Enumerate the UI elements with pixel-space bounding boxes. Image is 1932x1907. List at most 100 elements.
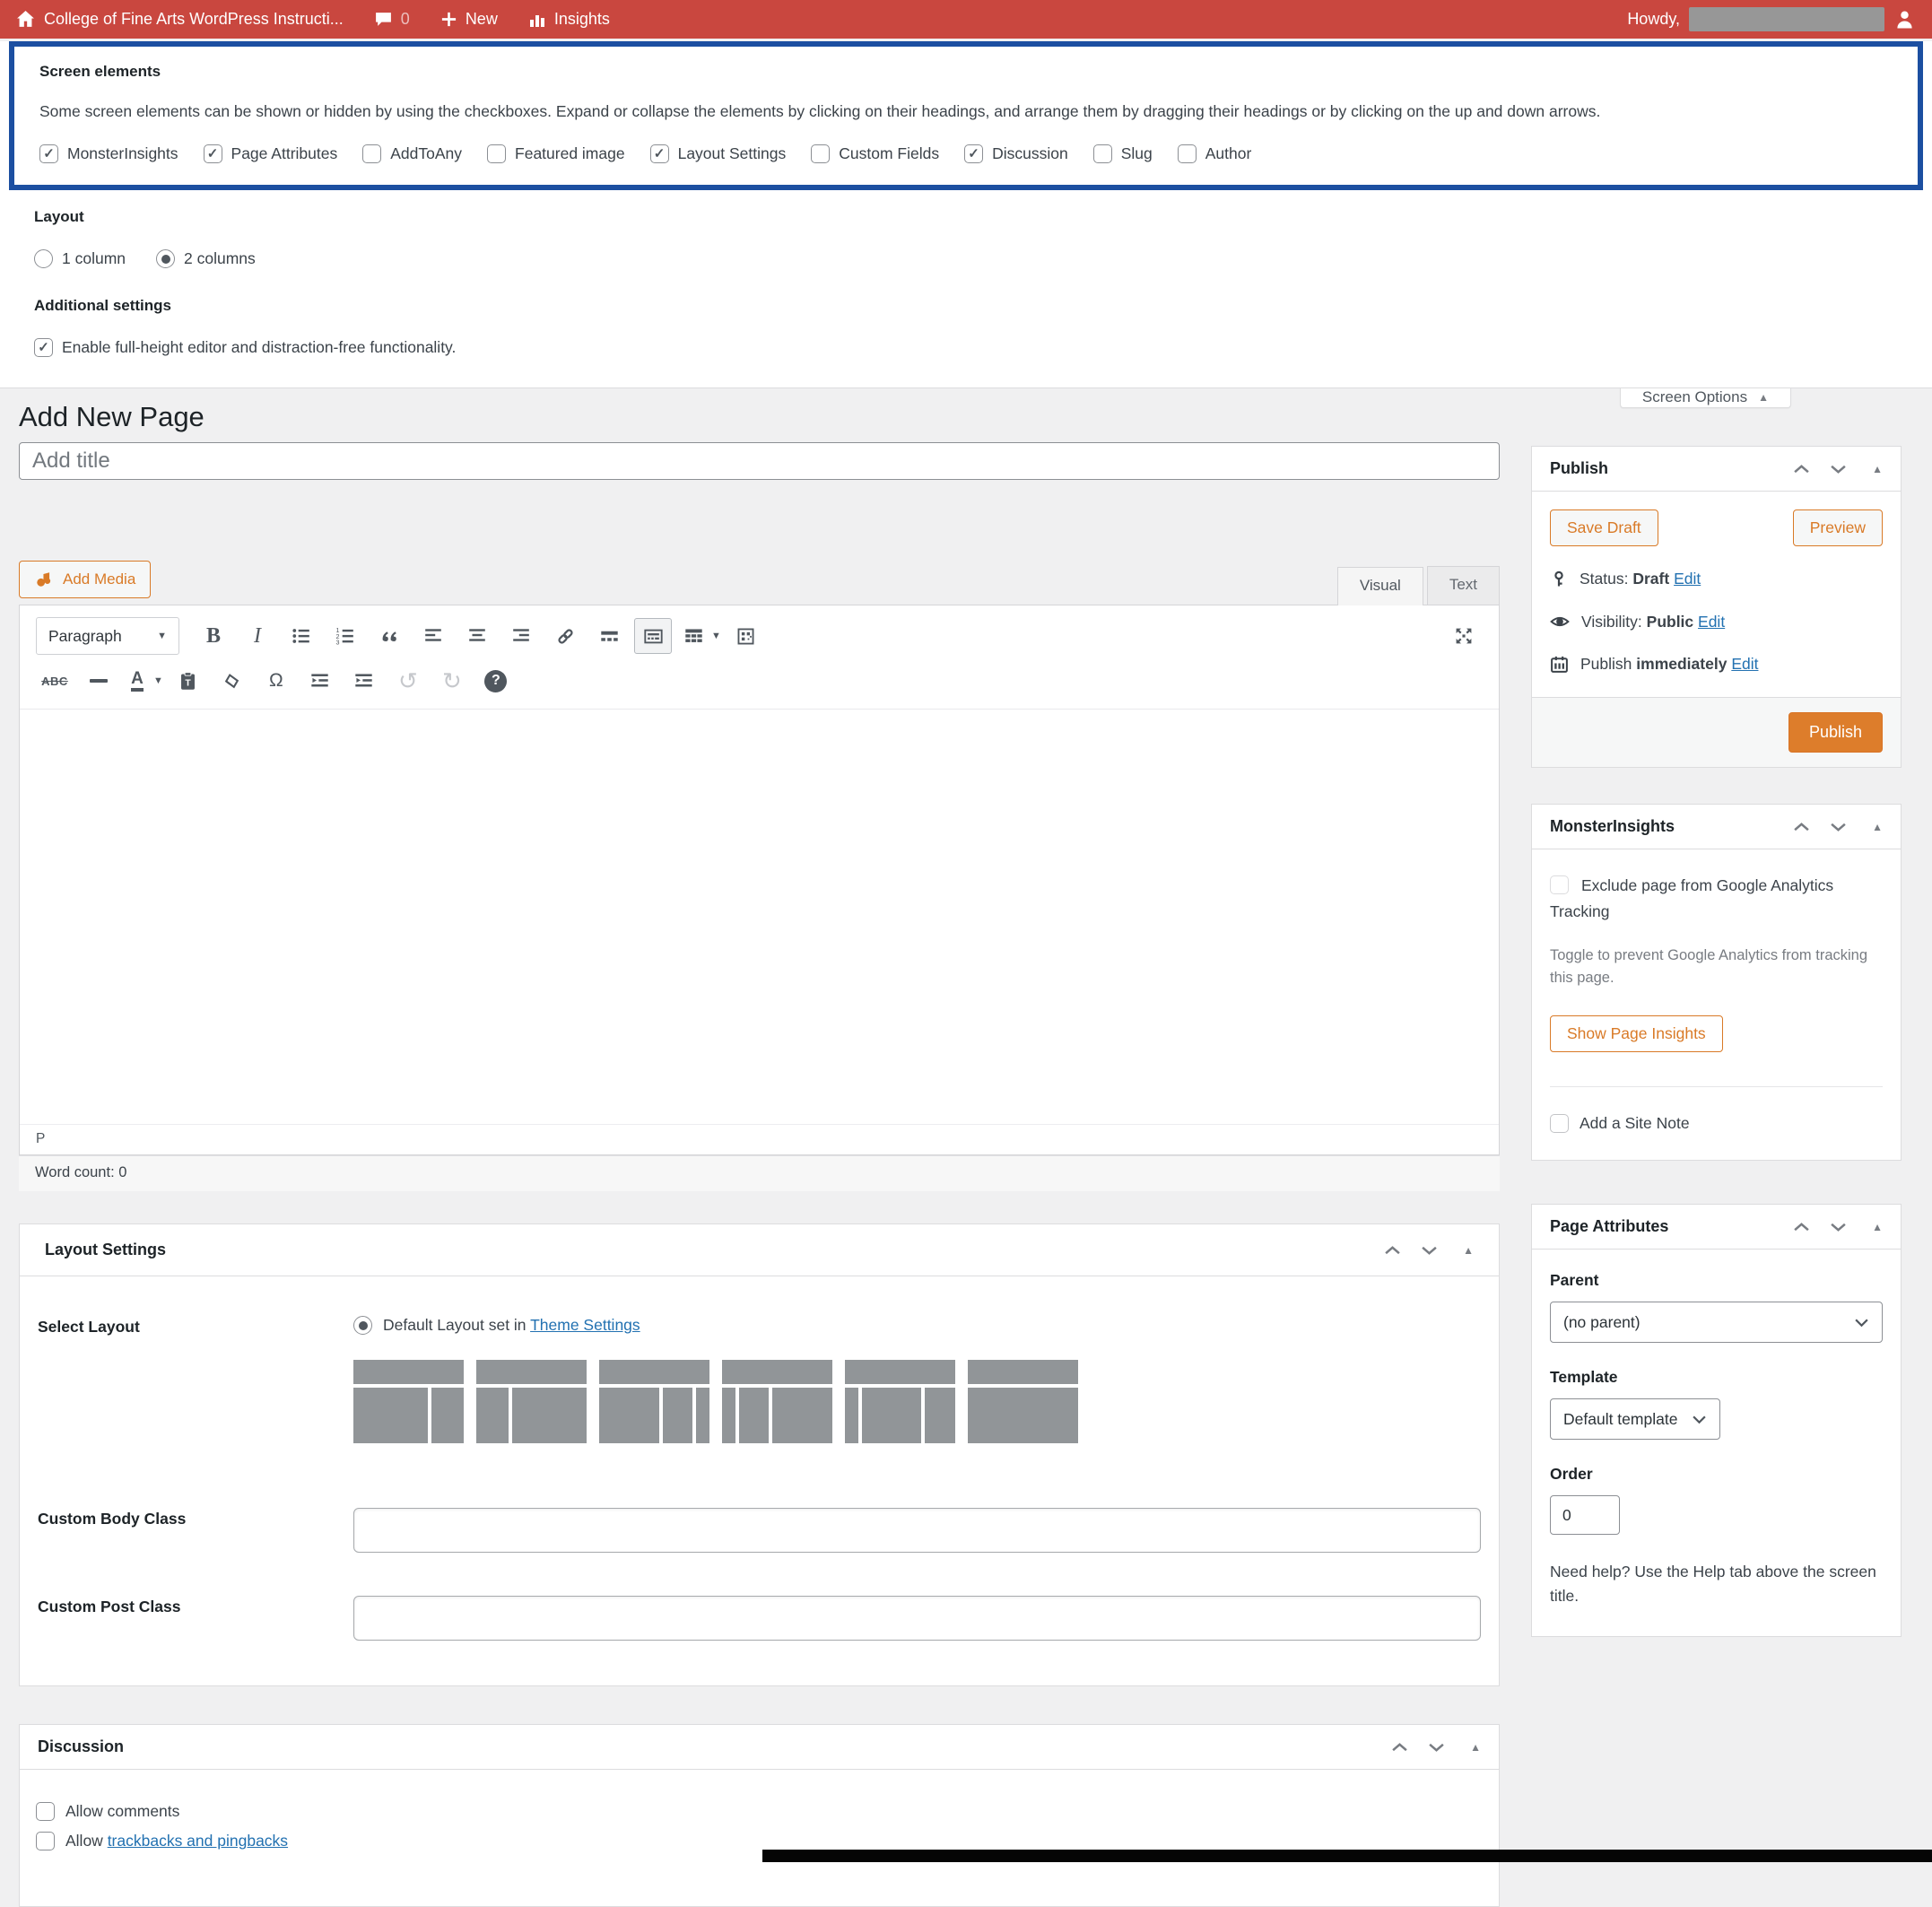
home-icon[interactable] xyxy=(16,10,35,29)
default-layout-radio[interactable]: Default Layout set in Theme Settings xyxy=(353,1316,1078,1335)
blockquote-icon[interactable] xyxy=(370,618,408,654)
screen-element-checkbox[interactable]: Page Attributes xyxy=(204,144,338,163)
fullheight-editor-checkbox[interactable]: Enable full-height editor and distractio… xyxy=(34,338,456,357)
italic-button[interactable]: I xyxy=(239,618,276,654)
paragraph-format-select[interactable]: Paragraph ▼ xyxy=(36,617,179,655)
save-draft-button[interactable]: Save Draft xyxy=(1550,509,1658,546)
bold-button[interactable]: B xyxy=(195,618,232,654)
svg-text:T: T xyxy=(186,678,192,688)
screen-element-checkbox[interactable]: Author xyxy=(1178,144,1252,163)
strikethrough-icon[interactable]: ABC xyxy=(36,663,74,699)
read-more-tag-icon[interactable] xyxy=(590,618,628,654)
horizontal-rule-icon[interactable] xyxy=(80,663,117,699)
move-down-icon[interactable] xyxy=(1428,1742,1445,1753)
editor-element-path[interactable]: P xyxy=(20,1124,1499,1154)
move-up-icon[interactable] xyxy=(1793,1222,1810,1232)
special-character-icon[interactable]: Ω xyxy=(257,663,295,699)
discussion-header[interactable]: Discussion ▲ xyxy=(20,1725,1499,1770)
allow-trackbacks-checkbox[interactable]: Allow trackbacks and pingbacks xyxy=(36,1832,1483,1850)
help-icon[interactable]: ? xyxy=(477,663,515,699)
exclude-tracking-checkbox[interactable]: Exclude page from Google Analytics Track… xyxy=(1550,876,1833,920)
layout-column-radio[interactable]: 1 column xyxy=(34,249,126,268)
custom-body-class-input[interactable] xyxy=(353,1508,1481,1553)
move-down-icon[interactable] xyxy=(1830,464,1847,475)
toggle-panel-icon[interactable]: ▲ xyxy=(1470,1741,1481,1754)
screen-element-checkbox[interactable]: Slug xyxy=(1093,144,1153,163)
fullscreen-icon[interactable] xyxy=(1445,618,1483,654)
redo-icon[interactable]: ↻ xyxy=(433,663,471,699)
screen-element-checkbox[interactable]: Layout Settings xyxy=(650,144,787,163)
template-select[interactable]: Default template xyxy=(1550,1398,1720,1440)
align-right-icon[interactable] xyxy=(502,618,540,654)
trackbacks-link[interactable]: trackbacks and pingbacks xyxy=(108,1832,288,1850)
align-left-icon[interactable] xyxy=(414,618,452,654)
align-center-icon[interactable] xyxy=(458,618,496,654)
site-name[interactable]: College of Fine Arts WordPress Instructi… xyxy=(44,10,344,29)
layout-settings-header[interactable]: Layout Settings ▲ xyxy=(20,1224,1499,1276)
screen-element-checkbox[interactable]: MonsterInsights xyxy=(39,144,178,163)
layout-thumbnail[interactable] xyxy=(353,1360,464,1443)
allow-comments-checkbox[interactable]: Allow comments xyxy=(36,1802,1483,1821)
toggle-panel-icon[interactable]: ▲ xyxy=(1463,1244,1474,1257)
paste-as-text-icon[interactable]: T xyxy=(170,663,207,699)
publish-header[interactable]: Publish ▲ xyxy=(1532,447,1901,492)
toggle-panel-icon[interactable]: ▲ xyxy=(1872,1221,1883,1233)
undo-icon[interactable]: ↺ xyxy=(389,663,427,699)
theme-settings-link[interactable]: Theme Settings xyxy=(530,1316,640,1334)
clear-formatting-icon[interactable] xyxy=(213,663,251,699)
indent-icon[interactable] xyxy=(345,663,383,699)
insights-menu[interactable]: Insights xyxy=(528,10,610,29)
new-menu[interactable]: New xyxy=(440,10,498,29)
toggle-panel-icon[interactable]: ▲ xyxy=(1872,821,1883,833)
text-tab[interactable]: Text xyxy=(1427,566,1500,605)
move-up-icon[interactable] xyxy=(1384,1245,1401,1256)
layout-column-radio[interactable]: 2 columns xyxy=(156,249,256,268)
layout-thumbnail[interactable] xyxy=(968,1360,1078,1443)
screen-element-checkbox[interactable]: Discussion xyxy=(964,144,1068,163)
screen-element-checkbox[interactable]: Featured image xyxy=(487,144,625,163)
howdy-label[interactable]: Howdy, xyxy=(1627,10,1680,29)
layout-thumbnail[interactable] xyxy=(599,1360,709,1443)
link-icon[interactable] xyxy=(546,618,584,654)
edit-status-link[interactable]: Edit xyxy=(1674,570,1701,588)
publish-button[interactable]: Publish xyxy=(1788,712,1883,753)
show-page-insights-button[interactable]: Show Page Insights xyxy=(1550,1015,1723,1052)
move-down-icon[interactable] xyxy=(1421,1245,1438,1256)
title-input[interactable] xyxy=(19,442,1500,480)
text-color-button[interactable]: A ▼ xyxy=(124,663,163,699)
layout-thumbnail[interactable] xyxy=(845,1360,955,1443)
toolbar-toggle-icon[interactable] xyxy=(634,618,672,654)
edit-schedule-link[interactable]: Edit xyxy=(1731,655,1758,673)
move-up-icon[interactable] xyxy=(1391,1742,1408,1753)
move-up-icon[interactable] xyxy=(1793,464,1810,475)
template-select-value: Default template xyxy=(1563,1410,1677,1429)
comments-menu[interactable]: 0 xyxy=(374,10,410,29)
order-input[interactable] xyxy=(1550,1495,1620,1535)
layout-thumbnail[interactable] xyxy=(476,1360,587,1443)
checkbox-icon xyxy=(1550,875,1569,894)
post-status-icon xyxy=(1550,570,1568,588)
move-up-icon[interactable] xyxy=(1793,822,1810,832)
add-media-button[interactable]: Add Media xyxy=(19,561,151,598)
add-site-note-checkbox[interactable]: Add a Site Note xyxy=(1550,1114,1883,1133)
monsterinsights-header[interactable]: MonsterInsights ▲ xyxy=(1532,805,1901,849)
layout-thumbnail[interactable] xyxy=(722,1360,832,1443)
bulleted-list-icon[interactable] xyxy=(283,618,320,654)
move-down-icon[interactable] xyxy=(1830,822,1847,832)
insert-element-icon[interactable] xyxy=(727,618,765,654)
editor-content-area[interactable] xyxy=(20,710,1499,1124)
custom-post-class-input[interactable] xyxy=(353,1596,1481,1641)
screen-element-checkbox[interactable]: AddToAny xyxy=(362,144,462,163)
numbered-list-icon[interactable]: 123 xyxy=(326,618,364,654)
table-button[interactable]: ▼ xyxy=(678,618,721,654)
parent-select[interactable]: (no parent) xyxy=(1550,1302,1883,1343)
edit-visibility-link[interactable]: Edit xyxy=(1698,613,1725,631)
outdent-icon[interactable] xyxy=(301,663,339,699)
user-avatar-icon[interactable] xyxy=(1893,8,1916,30)
page-attributes-header[interactable]: Page Attributes ▲ xyxy=(1532,1205,1901,1250)
visual-tab[interactable]: Visual xyxy=(1337,567,1423,605)
move-down-icon[interactable] xyxy=(1830,1222,1847,1232)
toggle-panel-icon[interactable]: ▲ xyxy=(1872,463,1883,475)
preview-button[interactable]: Preview xyxy=(1793,509,1883,546)
screen-element-checkbox[interactable]: Custom Fields xyxy=(811,144,939,163)
